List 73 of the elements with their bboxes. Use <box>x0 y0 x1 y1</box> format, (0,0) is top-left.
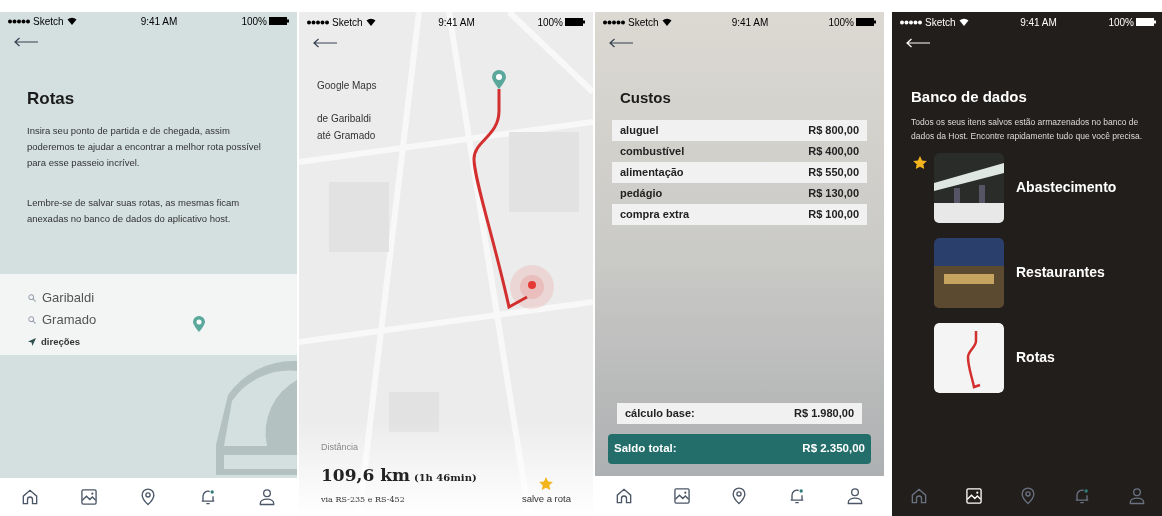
carrier-name: Sketch <box>925 15 956 30</box>
distance-value: 109,6 km <box>321 463 410 487</box>
cost-label: aluguel <box>620 122 659 138</box>
distance-label: Distância <box>321 441 359 454</box>
battery-icon <box>269 17 289 26</box>
database-category[interactable]: Abastecimento <box>934 152 1117 223</box>
route-text: até Gramado <box>317 129 377 143</box>
wifi-icon <box>958 18 969 26</box>
cost-label: pedágio <box>620 185 663 201</box>
wifi-icon <box>661 18 672 26</box>
carrier-name: Sketch <box>33 14 64 29</box>
description-text: Lembre-se de salvar suas rotas, as mesmas ficam anexadas no banco de dados do aplicativo host. <box>27 196 241 227</box>
cost-label: alimentação <box>620 164 684 180</box>
carrier-name: Sketch <box>332 15 363 30</box>
directions-link[interactable]: direções <box>28 334 81 350</box>
search-icon <box>28 315 36 324</box>
navigation-arrow-icon <box>28 338 36 347</box>
cost-label: combustível <box>620 143 685 159</box>
status-time: 9:41 AM <box>1020 15 1057 30</box>
battery-percent: 100% <box>241 14 267 29</box>
search-field[interactable]: Garibaldi <box>28 287 269 308</box>
carrier-name: Sketch <box>628 15 659 30</box>
page-title: Banco de dados <box>910 87 1028 107</box>
building-photo-placeholder <box>934 237 1004 308</box>
back-arrow-icon[interactable] <box>14 36 38 47</box>
map-source-label: Google Maps <box>316 79 378 93</box>
image-icon <box>671 486 692 506</box>
battery-percent: 100% <box>1108 15 1134 30</box>
search-icon <box>28 293 36 302</box>
image-icon <box>79 487 100 508</box>
battery-icon <box>565 18 585 26</box>
star-icon <box>538 475 555 492</box>
back-arrow-icon[interactable] <box>313 38 337 48</box>
database-category[interactable]: Restaurantes <box>934 237 1105 308</box>
back-arrow-icon[interactable] <box>609 38 633 48</box>
description-text: Insira seu ponto de partida e de chegada, assim poderemos te ajudar a encontrar a melhor rota possível para esse passeio incrível. <box>27 124 262 171</box>
signal-dots-icon <box>307 19 329 25</box>
status-time: 9:41 AM <box>731 15 769 30</box>
cost-label: compra extra <box>620 206 690 222</box>
cost-value: R$ 400,00 <box>808 143 859 159</box>
signal-dots-icon <box>8 18 30 24</box>
base-value: R$ 1.980,00 <box>794 406 854 422</box>
database-category[interactable]: Rotas <box>934 322 1055 393</box>
page-title: Custos <box>619 88 672 108</box>
image-icon <box>963 486 984 506</box>
battery-percent: 100% <box>828 15 854 30</box>
wifi-icon <box>365 18 376 26</box>
save-route-button[interactable]: salve a rota <box>521 475 571 506</box>
route-via-text: via RS-235 e RS-452 <box>321 494 406 506</box>
cost-value: R$ 130,00 <box>808 185 859 201</box>
battery-icon <box>856 18 876 26</box>
page-title: Rotas <box>27 87 76 110</box>
total-label: Saldo total: <box>614 441 677 457</box>
signal-dots-icon <box>603 19 625 25</box>
cost-value: R$ 100,00 <box>808 206 859 222</box>
signal-dots-icon <box>900 19 922 25</box>
description-text: Todos os seus itens salvos estão armazenados no banco de dados da Host. Encontre rapidamente tudo que você precisa. <box>910 115 1144 143</box>
duration-value: (1h 46min) <box>413 470 477 485</box>
cost-value: R$ 800,00 <box>808 122 859 138</box>
star-icon <box>912 154 928 171</box>
total-value: R$ 2.350,00 <box>802 441 865 457</box>
search-field[interactable]: Gramado <box>28 309 269 330</box>
map-pin-icon <box>193 315 205 332</box>
base-label: cálculo base: <box>625 406 695 422</box>
wifi-icon <box>66 17 77 26</box>
route-map-thumbnail <box>934 322 1004 393</box>
route-text: de Garibaldi <box>317 112 372 126</box>
cost-value: R$ 550,00 <box>808 164 859 180</box>
battery-percent: 100% <box>537 15 563 30</box>
battery-icon <box>1136 18 1156 26</box>
status-time: 9:41 AM <box>438 15 475 30</box>
gas-station-photo-placeholder <box>934 152 1004 223</box>
status-time: 9:41 AM <box>140 14 178 29</box>
